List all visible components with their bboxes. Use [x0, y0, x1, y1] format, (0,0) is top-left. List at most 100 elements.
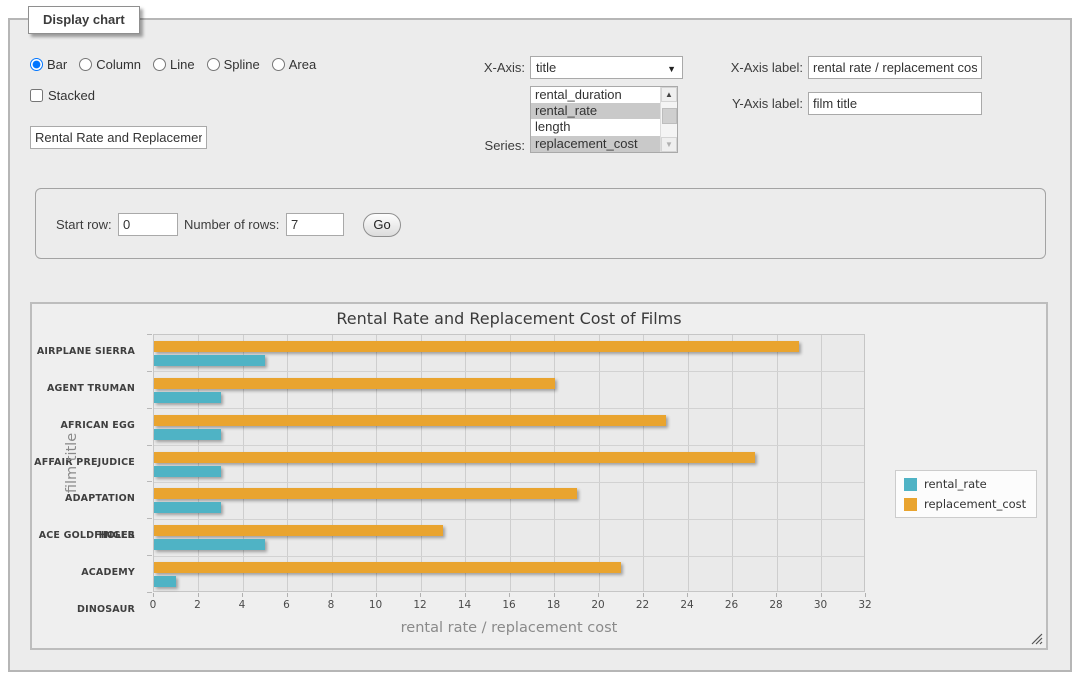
axis-tick [509, 593, 510, 597]
gridline [599, 335, 600, 591]
go-button[interactable]: Go [363, 213, 401, 237]
yaxis-label-field-label: Y-Axis label: [703, 96, 803, 111]
chart-plot-area [153, 334, 865, 592]
gridline [421, 335, 422, 591]
gridline [777, 335, 778, 591]
xtick-label: 22 [628, 599, 658, 611]
stacked-checkbox-row: Stacked [30, 88, 95, 103]
xtick-label: 0 [138, 599, 168, 611]
start-row-label: Start row: [56, 217, 120, 232]
xtick-label: 14 [450, 599, 480, 611]
axis-tick [147, 445, 152, 446]
axis-tick [376, 593, 377, 597]
radio-area[interactable] [272, 58, 285, 71]
chart-type-option-area[interactable]: Area [272, 57, 316, 72]
axis-tick [776, 593, 777, 597]
bar-replacement_cost-ace-goldfinger [154, 525, 443, 536]
bar-rental_rate-airplane-sierra [154, 355, 265, 366]
series-option-replacement_cost[interactable]: replacement_cost [531, 136, 660, 152]
gridline [154, 445, 864, 446]
chart-type-option-spline[interactable]: Spline [207, 57, 260, 72]
chart-type-option-line[interactable]: Line [153, 57, 195, 72]
series-scrollbar[interactable]: ▲ ▼ [660, 87, 677, 152]
scroll-down-icon[interactable]: ▼ [661, 137, 677, 152]
bar-rental_rate-african-egg [154, 429, 221, 440]
axis-tick [242, 593, 243, 597]
gridline [154, 408, 864, 409]
start-row-input[interactable] [118, 213, 178, 236]
xaxis-select[interactable]: title ▼ [530, 56, 683, 79]
radio-spline[interactable] [207, 58, 220, 71]
xtick-label: 6 [272, 599, 302, 611]
radio-column[interactable] [79, 58, 92, 71]
chart-xaxis-title: rental rate / replacement cost [153, 620, 865, 636]
axis-tick [643, 593, 644, 597]
gridline [154, 371, 864, 372]
radio-line[interactable] [153, 58, 166, 71]
xtick-label: 10 [361, 599, 391, 611]
chart-title-input[interactable] [30, 126, 207, 149]
chart-container: Rental Rate and Replacement Cost of Film… [30, 302, 1048, 650]
series-multiselect[interactable]: rental_durationrental_ratelengthreplacem… [530, 86, 678, 153]
resize-grip-icon[interactable] [1031, 633, 1043, 645]
xtick-label: 28 [761, 599, 791, 611]
axis-tick [198, 593, 199, 597]
series-option-rental_duration[interactable]: rental_duration [531, 87, 660, 103]
bar-replacement_cost-african-egg [154, 415, 666, 426]
xtick-label: 12 [405, 599, 435, 611]
category-label: ACADEMY DINOSAUR [32, 555, 144, 592]
series-option-rental_rate[interactable]: rental_rate [531, 103, 660, 119]
legend-swatch [904, 498, 917, 511]
stacked-checkbox[interactable] [30, 89, 43, 102]
axis-tick [287, 593, 288, 597]
axis-tick [147, 518, 152, 519]
gridline [198, 335, 199, 591]
xaxis-select-label: X-Axis: [430, 60, 525, 75]
gridline [376, 335, 377, 591]
radio-bar[interactable] [30, 58, 43, 71]
yaxis-label-input[interactable] [808, 92, 982, 115]
chart-type-option-bar[interactable]: Bar [30, 57, 67, 72]
chart-type-option-column[interactable]: Column [79, 57, 141, 72]
scroll-up-icon[interactable]: ▲ [661, 87, 677, 102]
xaxis-label-input[interactable] [808, 56, 982, 79]
bar-replacement_cost-academy-dinosaur [154, 562, 621, 573]
axis-tick [331, 593, 332, 597]
axis-tick [554, 593, 555, 597]
bar-rental_rate-affair-prejudice [154, 466, 221, 477]
xaxis-selected-value: title [536, 60, 556, 75]
dropdown-arrow-icon: ▼ [667, 64, 676, 74]
legend-item-rental_rate[interactable]: rental_rate [904, 477, 1026, 491]
category-label: ADAPTATION HOLES [32, 481, 144, 518]
page: Display chart Bar Column Line Spline Area St… [0, 0, 1081, 681]
bar-rental_rate-agent-truman [154, 392, 221, 403]
radio-label: Area [289, 57, 316, 72]
gridline [688, 335, 689, 591]
radio-label: Line [170, 57, 195, 72]
bar-replacement_cost-airplane-sierra [154, 341, 799, 352]
chart-yaxis-title: film title [64, 433, 80, 493]
num-rows-input[interactable] [286, 213, 344, 236]
xaxis-label-field-label: X-Axis label: [703, 60, 803, 75]
gridline [821, 335, 822, 591]
axis-tick [687, 593, 688, 597]
scrollbar-thumb[interactable] [662, 108, 677, 124]
radio-label: Column [96, 57, 141, 72]
fieldset-legend: Display chart [28, 6, 140, 34]
category-label: ACE GOLDFINGER [32, 518, 144, 555]
gridline [554, 335, 555, 591]
legend-item-replacement_cost[interactable]: replacement_cost [904, 497, 1026, 511]
gridline [154, 556, 864, 557]
xtick-label: 26 [717, 599, 747, 611]
xtick-label: 30 [806, 599, 836, 611]
category-label: AFFAIR PREJUDICE [32, 445, 144, 482]
legend-swatch [904, 478, 917, 491]
stacked-label: Stacked [48, 88, 95, 103]
bar-rental_rate-adaptation-holes [154, 502, 221, 513]
axis-tick [147, 481, 152, 482]
category-label: AGENT TRUMAN [32, 371, 144, 408]
xtick-label: 18 [539, 599, 569, 611]
bar-replacement_cost-agent-truman [154, 378, 555, 389]
axis-tick [598, 593, 599, 597]
series-option-length[interactable]: length [531, 119, 660, 135]
